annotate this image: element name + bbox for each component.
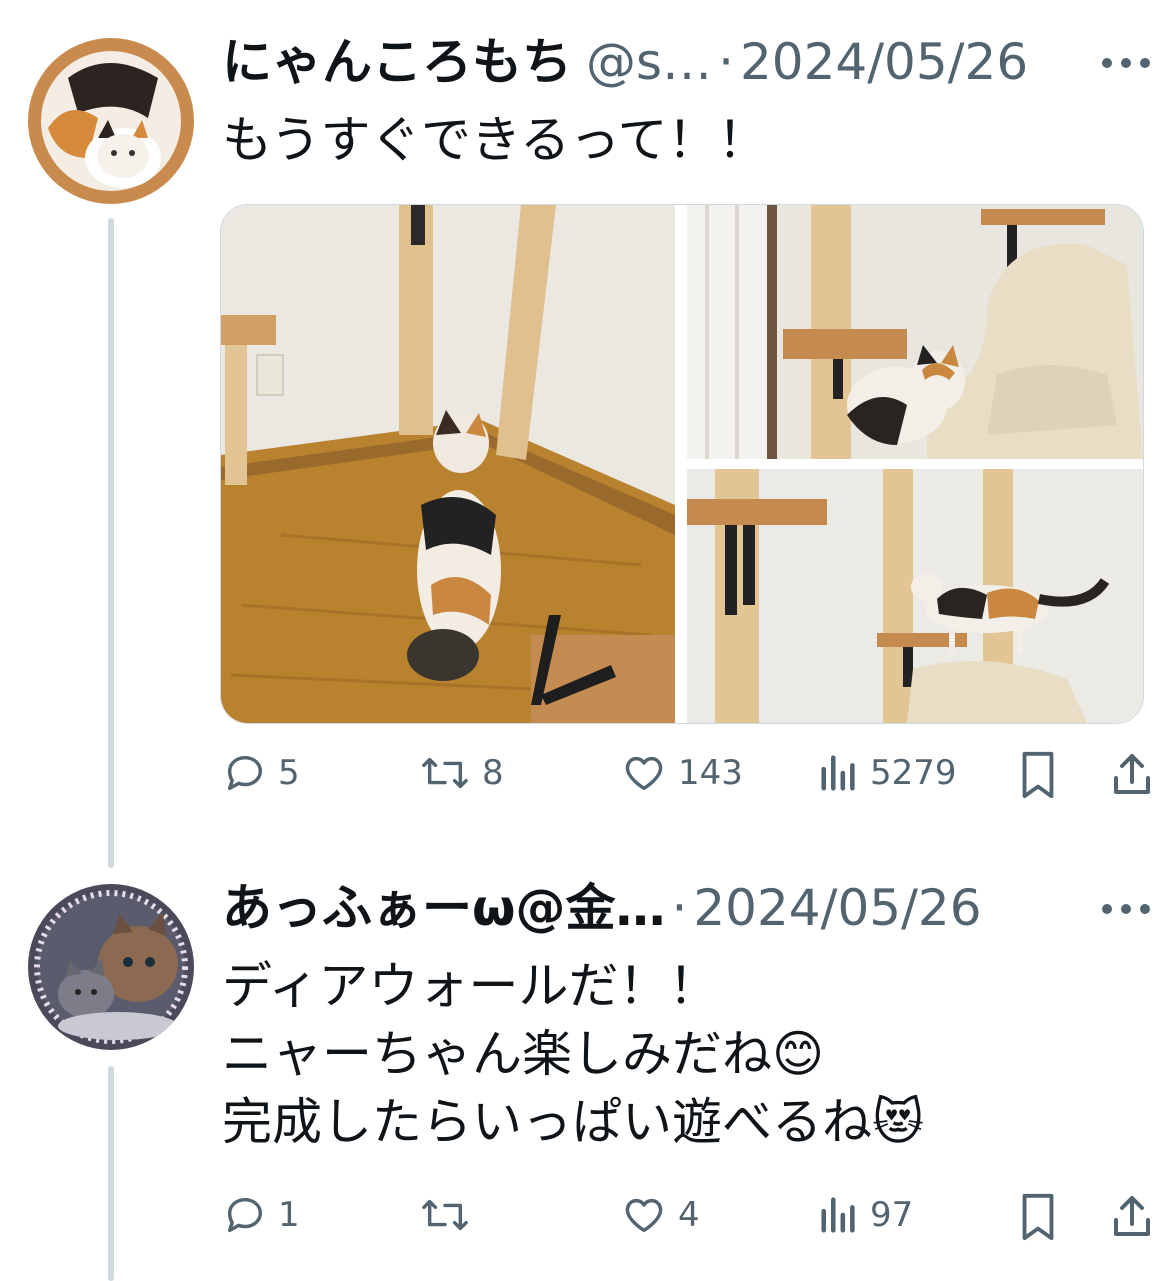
bookmark-icon bbox=[1022, 1193, 1054, 1241]
reply-icon bbox=[227, 1197, 263, 1233]
views-count: 97 bbox=[870, 1195, 914, 1235]
retweet-button[interactable]: 8 bbox=[418, 750, 504, 796]
thread-line-bottom bbox=[108, 1066, 114, 1281]
views-icon bbox=[821, 1197, 855, 1233]
more-icon[interactable] bbox=[1102, 904, 1150, 914]
like-count: 4 bbox=[678, 1195, 700, 1235]
bookmark-icon bbox=[1022, 751, 1054, 799]
views-button[interactable]: 5279 bbox=[818, 750, 957, 796]
user-handle[interactable]: @s… bbox=[586, 32, 712, 92]
share-icon bbox=[1114, 754, 1150, 794]
share-icon bbox=[1114, 1196, 1150, 1236]
separator-dot: · bbox=[718, 33, 734, 91]
like-button[interactable]: 4 bbox=[620, 1192, 700, 1238]
reply-button[interactable]: 1 bbox=[222, 1192, 300, 1238]
tweet-text: ディアウォールだ！！ ニャーちゃん楽しみだね😊 完成したらいっぱい遊べるね😻 bbox=[222, 957, 925, 1151]
avatar[interactable] bbox=[28, 884, 194, 1050]
avatar[interactable] bbox=[28, 38, 194, 204]
retweet-icon bbox=[422, 757, 468, 789]
media-divider-vertical bbox=[675, 205, 687, 723]
photo-cat-on-shelf[interactable] bbox=[687, 469, 1143, 723]
retweet-button[interactable] bbox=[418, 1192, 482, 1238]
reply-count: 1 bbox=[278, 1195, 300, 1235]
bookmark-button[interactable] bbox=[1018, 750, 1058, 800]
more-icon[interactable] bbox=[1102, 58, 1150, 68]
retweet-icon bbox=[422, 1199, 468, 1231]
tweet-date[interactable]: 2024/05/26 bbox=[740, 32, 1028, 92]
photo-cat-by-chair[interactable] bbox=[687, 205, 1143, 459]
separator-dot: · bbox=[671, 879, 688, 937]
photo-cat-on-floor[interactable] bbox=[221, 205, 675, 723]
media-divider-horizontal bbox=[687, 459, 1143, 469]
like-count: 143 bbox=[678, 753, 743, 793]
display-name[interactable]: にゃんころもち bbox=[222, 32, 572, 92]
thread-line-top bbox=[108, 218, 114, 868]
reply-button[interactable]: 5 bbox=[222, 750, 300, 796]
reply-icon bbox=[227, 755, 263, 791]
tweet-date[interactable]: 2024/05/26 bbox=[693, 878, 981, 938]
display-name[interactable]: あっふぁーω@金… bbox=[222, 878, 665, 938]
tweet-header: あっふぁーω@金… · 2024/05/26 bbox=[222, 878, 982, 938]
tweet-text: もうすぐできるって！！ bbox=[222, 111, 768, 169]
like-button[interactable]: 143 bbox=[620, 750, 743, 796]
share-button[interactable] bbox=[1110, 750, 1154, 798]
like-icon bbox=[625, 756, 663, 791]
like-icon bbox=[625, 1198, 663, 1233]
tweet-header: にゃんころもち @s… · 2024/05/26 bbox=[222, 32, 1028, 92]
tweet-actions: 1 4 97 bbox=[222, 1192, 1152, 1252]
bookmark-button[interactable] bbox=[1018, 1192, 1058, 1242]
views-icon bbox=[821, 755, 855, 791]
views-button[interactable]: 97 bbox=[818, 1192, 913, 1238]
retweet-count: 8 bbox=[482, 753, 504, 793]
share-button[interactable] bbox=[1110, 1192, 1154, 1240]
tweet-actions: 5 8 143 5279 bbox=[222, 750, 1152, 810]
views-count: 5279 bbox=[870, 753, 957, 793]
reply-count: 5 bbox=[278, 753, 300, 793]
tweet-media[interactable] bbox=[220, 204, 1144, 724]
